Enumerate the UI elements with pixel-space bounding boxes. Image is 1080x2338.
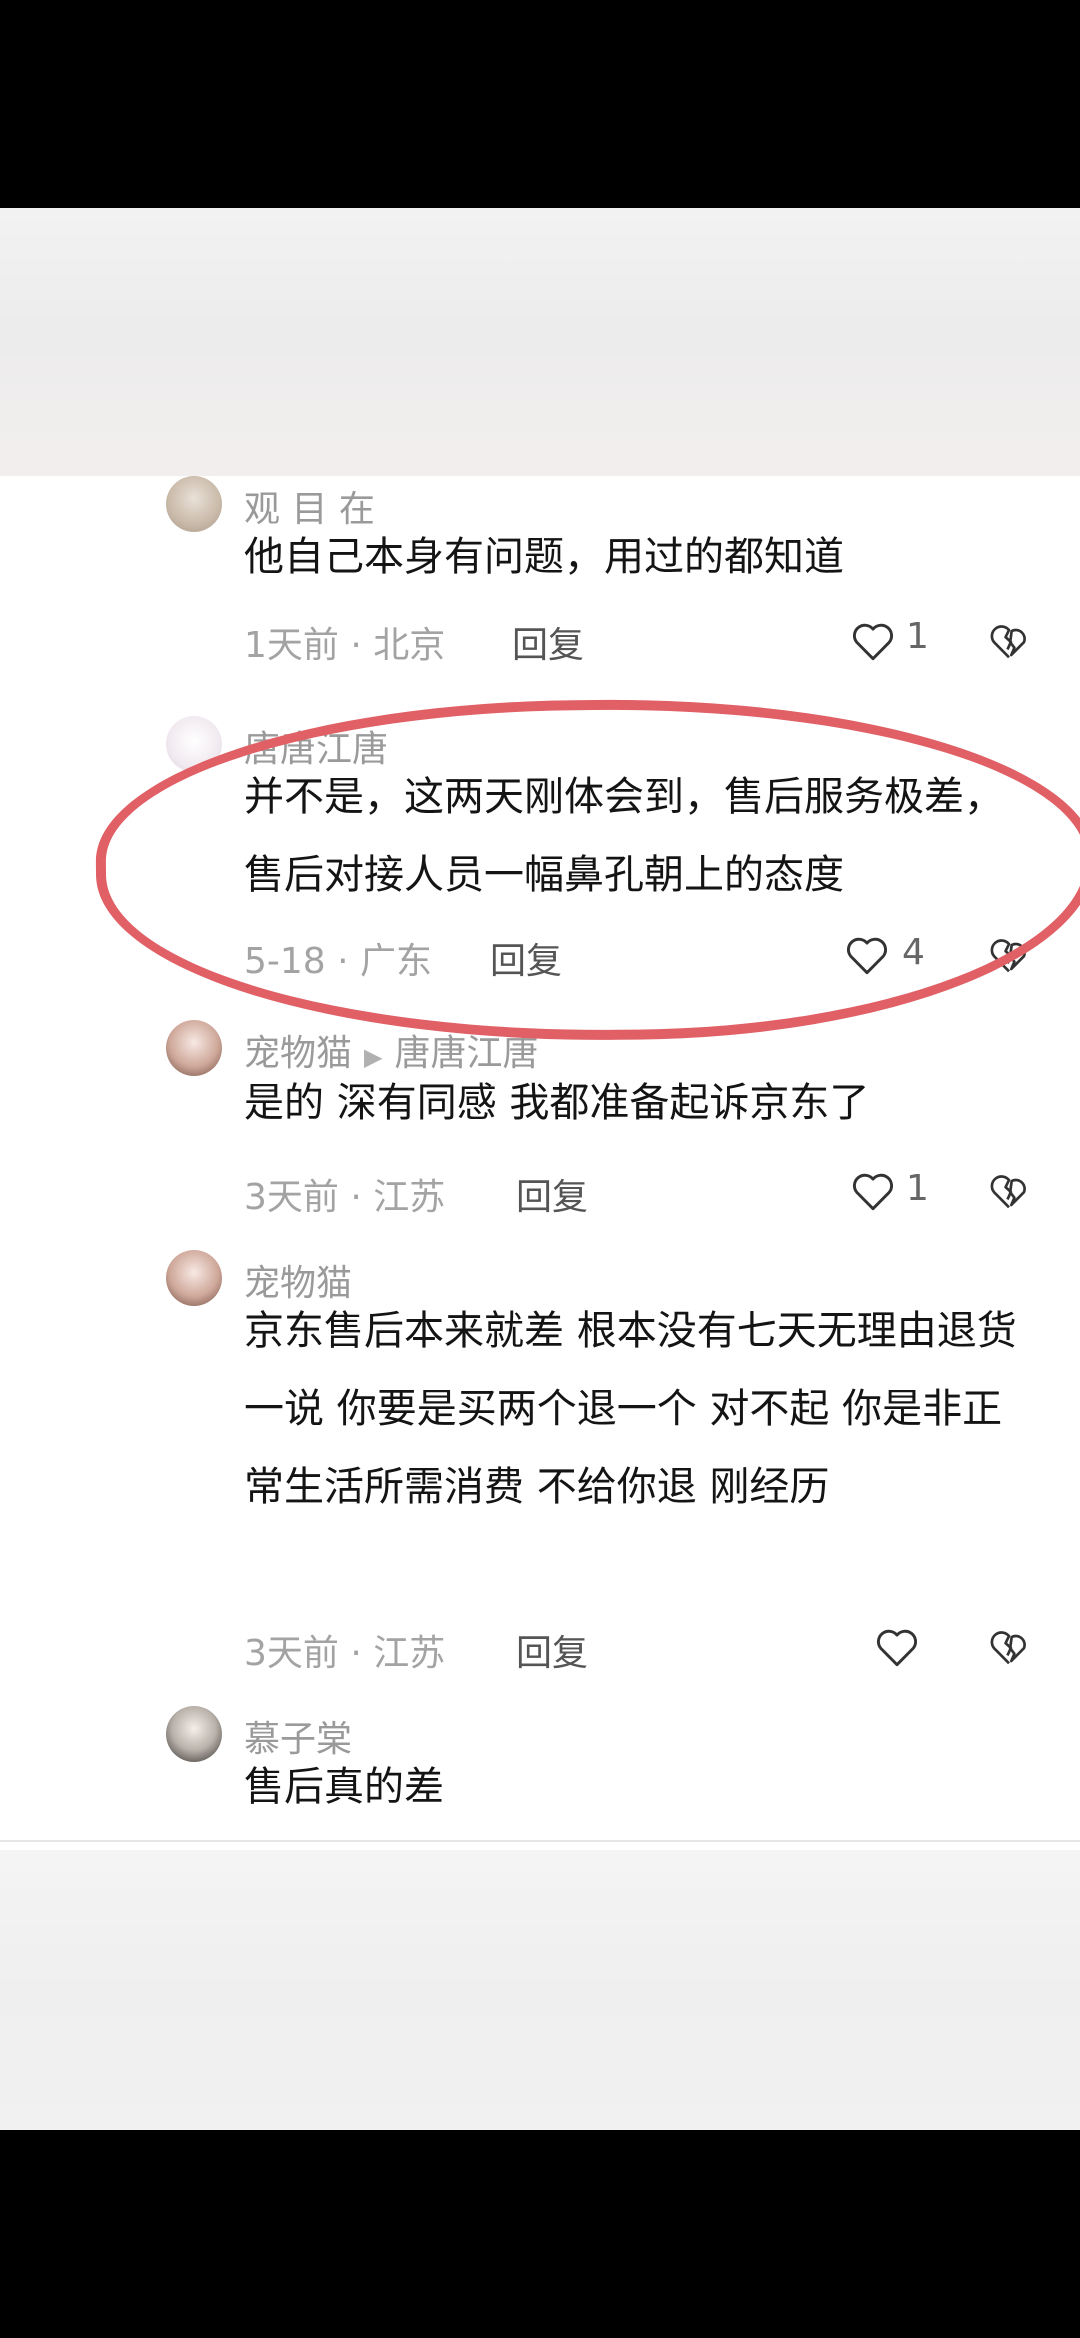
broken-heart-icon[interactable] (986, 1166, 1032, 1216)
comment-text: 售后真的差 (244, 1764, 444, 1810)
broken-heart-icon[interactable] (986, 1622, 1032, 1672)
blurred-header (0, 208, 1080, 476)
like-count: 1 (906, 1168, 929, 1209)
comment-meta: 3天前 · 江苏 (244, 1633, 446, 1674)
comment-text: 是的 深有同感 我都准备起诉京东了 (244, 1080, 870, 1126)
like-count: 1 (906, 616, 929, 657)
comment-meta: 1天前 · 北京 (244, 625, 446, 666)
reply-button[interactable]: 回复 (512, 616, 584, 668)
reply-button[interactable]: 回复 (516, 1624, 588, 1676)
comment-meta: 3天前 · 江苏 (244, 1177, 446, 1218)
divider (0, 1840, 1080, 1842)
reply-button[interactable]: 回复 (516, 1168, 588, 1220)
avatar[interactable] (166, 1020, 222, 1076)
blurred-footer (0, 1850, 1080, 2130)
avatar[interactable] (166, 1250, 222, 1306)
heart-outline-icon[interactable] (872, 1622, 922, 1672)
comment-text: 他自己本身有问题，用过的都知道 (244, 534, 844, 580)
heart-outline-icon[interactable] (848, 1166, 898, 1216)
broken-heart-icon[interactable] (986, 616, 1032, 666)
avatar[interactable] (166, 476, 222, 532)
heart-outline-icon[interactable] (848, 616, 898, 666)
comment-text: 京东售后本来就差 根本没有七天无理由退货一说 你要是买两个退一个 对不起 你是非… (244, 1308, 1017, 1510)
comment-screen: 观 目 在 他自己本身有问题，用过的都知道 1天前 · 北京 回复 1 唐唐江唐… (0, 208, 1080, 2130)
avatar[interactable] (166, 1706, 222, 1762)
